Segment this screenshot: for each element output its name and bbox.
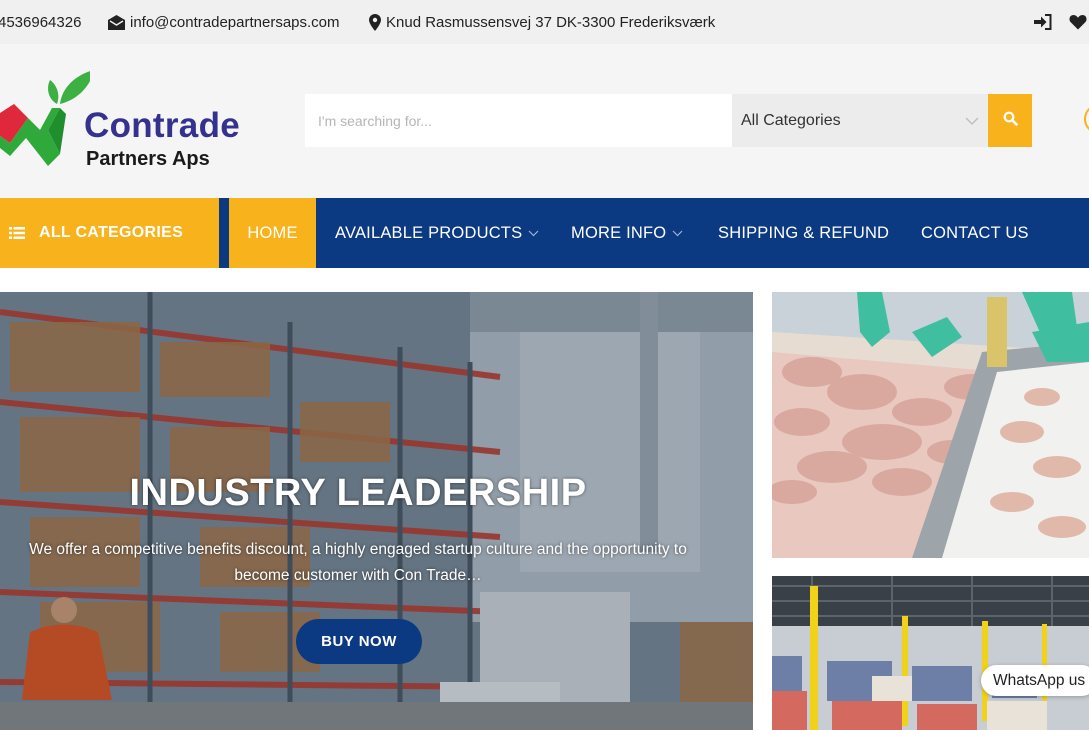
chevron-down-icon bbox=[965, 112, 979, 130]
logo-mark-icon bbox=[0, 71, 90, 166]
search-bar: All Categories bbox=[305, 94, 1032, 147]
nav-contact-us[interactable]: CONTACT US bbox=[921, 198, 1029, 268]
all-categories-label: ALL CATEGORIES bbox=[39, 224, 184, 241]
list-icon bbox=[9, 227, 25, 239]
cart-icon[interactable] bbox=[1084, 104, 1089, 134]
warehouse-interior-photo bbox=[772, 576, 1089, 730]
chevron-down-icon bbox=[528, 230, 539, 237]
sign-in-icon[interactable] bbox=[1034, 0, 1052, 44]
phone-contact[interactable]: 4536964326 bbox=[0, 0, 81, 44]
nav-home[interactable]: HOME bbox=[229, 198, 316, 268]
nav-more-info[interactable]: MORE INFO bbox=[571, 198, 683, 268]
poultry-processing-photo bbox=[772, 292, 1089, 558]
hero-title: INDUSTRY LEADERSHIP bbox=[129, 472, 587, 514]
address-contact: Knud Rasmussensvej 37 DK-3300 Frederiksv… bbox=[369, 0, 715, 44]
all-categories-button[interactable]: ALL CATEGORIES bbox=[0, 198, 219, 268]
address-text: Knud Rasmussensvej 37 DK-3300 Frederiksv… bbox=[386, 13, 716, 31]
category-select-value: All Categories bbox=[741, 111, 841, 129]
chevron-down-icon bbox=[672, 230, 683, 237]
heart-icon[interactable] bbox=[1069, 0, 1087, 44]
logo-subname: Partners Aps bbox=[86, 148, 210, 170]
phone-number[interactable]: 4536964326 bbox=[0, 14, 81, 31]
nav-available-products[interactable]: AVAILABLE PRODUCTS bbox=[335, 198, 539, 268]
email-contact[interactable]: info@contradepartnersaps.com bbox=[108, 0, 340, 44]
envelope-icon bbox=[108, 14, 125, 30]
hero-description: We offer a competitive benefits discount… bbox=[29, 541, 687, 584]
main-nav: ALL CATEGORIES HOME AVAILABLE PRODUCTS M… bbox=[0, 198, 1089, 268]
buy-now-button[interactable]: BUY NOW bbox=[296, 619, 422, 664]
top-bar: 4536964326 info@contradepartnersaps.com … bbox=[0, 0, 1089, 44]
hero-banner: INDUSTRY LEADERSHIP We offer a competiti… bbox=[0, 292, 753, 730]
nav-available-products-label: AVAILABLE PRODUCTS bbox=[335, 223, 523, 242]
logo-name: Contrade bbox=[84, 106, 241, 145]
nav-more-info-label: MORE INFO bbox=[571, 223, 667, 242]
search-button[interactable] bbox=[988, 94, 1032, 147]
search-icon bbox=[1003, 111, 1018, 131]
whatsapp-button[interactable]: WhatsApp us bbox=[981, 665, 1089, 696]
map-marker-icon bbox=[369, 13, 381, 31]
site-logo[interactable]: Contrade Partners Aps bbox=[0, 66, 260, 176]
poultry-processing-image[interactable] bbox=[772, 292, 1089, 558]
nav-shipping-refund[interactable]: SHIPPING & REFUND bbox=[718, 198, 889, 268]
email-address[interactable]: info@contradepartnersaps.com bbox=[130, 14, 340, 31]
site-header: Contrade Partners Aps All Categories bbox=[0, 44, 1089, 198]
category-select[interactable]: All Categories bbox=[732, 94, 988, 147]
warehouse-interior-image[interactable] bbox=[772, 576, 1089, 730]
search-input[interactable] bbox=[305, 94, 732, 147]
